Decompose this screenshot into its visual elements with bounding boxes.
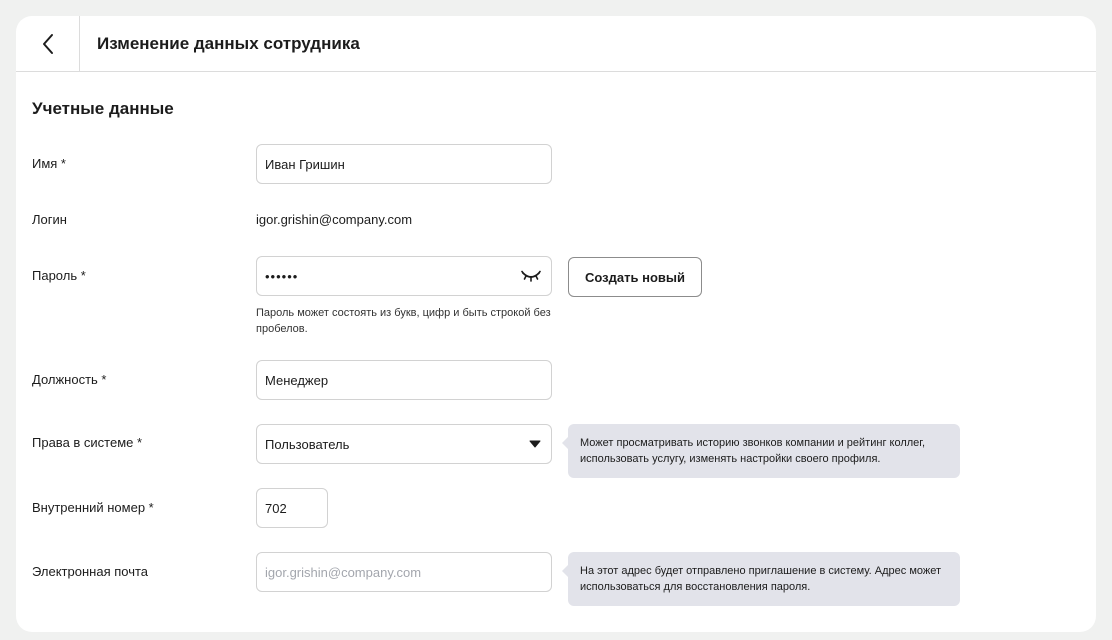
position-label: Должность * [32, 372, 107, 387]
rights-tooltip: Может просматривать историю звонков комп… [562, 424, 960, 478]
caret-down-icon [529, 440, 541, 448]
header: Изменение данных сотрудника [16, 16, 1096, 72]
password-input[interactable]: •••••• [265, 269, 298, 284]
extension-field-wrapper [256, 488, 328, 528]
section-title: Учетные данные [32, 99, 174, 118]
login-label: Логин [32, 212, 67, 227]
rights-select[interactable]: Пользователь [256, 424, 552, 464]
eye-closed-icon[interactable] [521, 270, 541, 282]
password-hint: Пароль может состоять из букв, цифр и бы… [256, 307, 551, 335]
position-field-wrapper [256, 360, 552, 400]
extension-label: Внутренний номер * [32, 500, 154, 515]
email-label: Электронная почта [32, 564, 149, 579]
name-label: Имя * [32, 156, 66, 171]
email-input[interactable] [265, 564, 543, 580]
email-field-wrapper [256, 552, 552, 592]
back-button[interactable] [16, 16, 80, 72]
password-label: Пароль * [32, 268, 86, 283]
generate-password-button[interactable]: Создать новый [568, 257, 702, 297]
chevron-left-icon [42, 33, 53, 54]
email-tooltip: На этот адрес будет отправлено приглашен… [562, 552, 960, 606]
page-title: Изменение данных сотрудника [97, 33, 360, 53]
name-field-wrapper [256, 144, 552, 184]
edit-employee-card: Изменение данных сотрудника Учетные данн… [16, 16, 1096, 632]
rights-selected-value: Пользователь [265, 436, 350, 452]
password-field-wrapper: •••••• [256, 256, 552, 296]
rights-label: Права в системе * [32, 435, 143, 450]
login-value: igor.grishin@company.com [256, 212, 413, 227]
name-input[interactable] [265, 156, 543, 172]
position-input[interactable] [265, 372, 543, 388]
extension-input[interactable] [265, 500, 319, 516]
